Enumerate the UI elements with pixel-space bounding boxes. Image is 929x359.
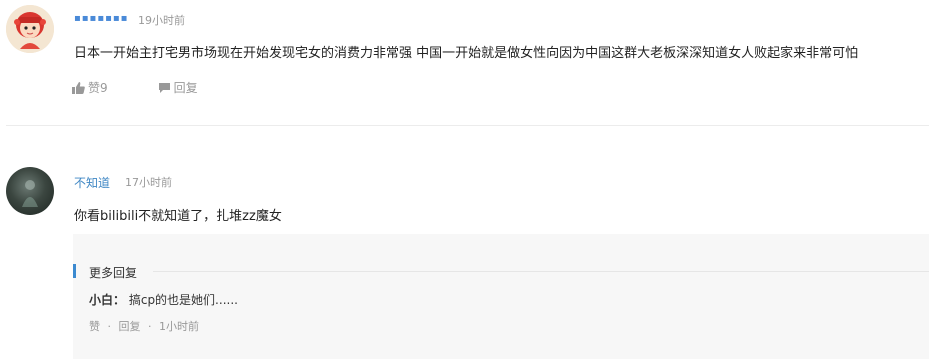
more-replies-label[interactable]: 更多回复 bbox=[89, 264, 137, 281]
accent-bar bbox=[73, 264, 76, 278]
speech-bubble-icon bbox=[158, 82, 170, 93]
more-replies-header: 更多回复 bbox=[73, 264, 929, 281]
reply-reply-button[interactable]: 回复 bbox=[119, 320, 141, 333]
thumbs-up-icon bbox=[72, 81, 85, 94]
like-button[interactable]: 赞9 bbox=[72, 79, 108, 96]
like-label: 赞9 bbox=[88, 81, 108, 95]
reply-username[interactable]: 小白： bbox=[89, 293, 125, 307]
avatar[interactable] bbox=[6, 167, 54, 215]
dark-photo-avatar-icon bbox=[22, 180, 38, 207]
reply-like-button[interactable]: 赞 bbox=[89, 320, 100, 333]
reply-timestamp: 1小时前 bbox=[159, 320, 199, 333]
reply-section: 更多回复 小白： 搞cp的也是她们...... 赞 · 回复 · 1小时前 bbox=[73, 234, 929, 359]
reply-item: 小白： 搞cp的也是她们...... bbox=[89, 291, 238, 308]
cartoon-girl-avatar-icon bbox=[6, 5, 54, 53]
username[interactable]: 不知道 bbox=[74, 174, 110, 191]
reply-text: 搞cp的也是她们...... bbox=[128, 293, 238, 307]
meta-separator: · bbox=[148, 320, 152, 333]
username[interactable]: ▪▪▪▪▪▪▪ bbox=[74, 13, 128, 24]
avatar[interactable] bbox=[6, 5, 54, 53]
comment-text: 日本一开始主打宅男市场现在开始发现宅女的消费力非常强 中国一开始就是做女性向因为… bbox=[74, 46, 859, 61]
comment-item: 不知道 17小时前 你看bilibili不就知道了，扎堆zz魔女 更多回复 小白… bbox=[0, 160, 929, 359]
meta-separator: · bbox=[107, 320, 112, 333]
comment-divider bbox=[6, 125, 929, 126]
header-rule bbox=[153, 271, 929, 272]
comment-actions: 赞9 回复 bbox=[72, 79, 248, 96]
timestamp: 19小时前 bbox=[138, 14, 185, 27]
comment-text: 你看bilibili不就知道了，扎堆zz魔女 bbox=[74, 209, 282, 224]
timestamp: 17小时前 bbox=[125, 176, 172, 189]
reply-meta: 赞 · 回复 · 1小时前 bbox=[89, 318, 203, 334]
reply-label: 回复 bbox=[173, 81, 198, 95]
reply-button[interactable]: 回复 bbox=[158, 79, 198, 96]
comment-item: ▪▪▪▪▪▪▪ 19小时前 日本一开始主打宅男市场现在开始发现宅女的消费力非常强… bbox=[0, 0, 929, 126]
